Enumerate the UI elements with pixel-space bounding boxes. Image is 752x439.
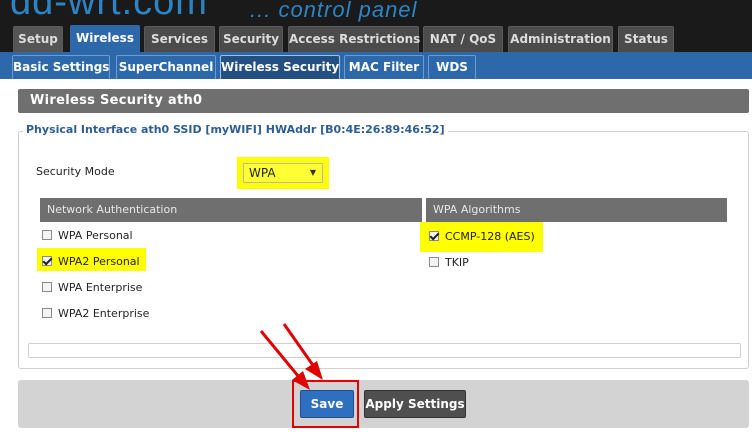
option-wpa2-personal[interactable]: WPA2 Personal [42,255,140,269]
empty-info-bar [28,343,741,358]
content-area: Wireless Security ath0 Physical Interfac… [0,79,752,439]
option-tkip[interactable]: TKIP [429,256,469,270]
option-wpa-enterprise[interactable]: WPA Enterprise [42,281,142,295]
tab-access-restrictions[interactable]: Access Restrictions [288,26,420,52]
subtab-basic-settings[interactable]: Basic Settings [12,55,110,79]
subtab-wireless-security[interactable]: Wireless Security [220,55,340,79]
label-wpa-enterprise: WPA Enterprise [58,281,143,294]
checkbox-wpa-personal[interactable] [42,230,52,240]
dropdown-arrow-icon: ▼ [309,168,316,177]
option-ccmp-aes[interactable]: CCMP-128 (AES) [429,230,535,244]
security-mode-select[interactable]: WPA ▼ [243,163,323,183]
checkbox-wpa2-personal[interactable] [42,256,52,266]
tab-administration[interactable]: Administration [508,26,613,52]
checkbox-tkip[interactable] [429,257,439,267]
label-ccmp-aes: CCMP-128 (AES) [445,230,535,243]
dd-wrt-logo: dd-wrt.com [10,0,208,23]
apply-settings-button[interactable]: Apply Settings [364,390,466,418]
security-mode-highlight: WPA ▼ [237,157,329,189]
option-wpa-personal[interactable]: WPA Personal [42,229,133,243]
interface-fieldset: Physical Interface ath0 SSID [myWIFI] HW… [18,123,749,369]
network-auth-header: Network Authentication [40,198,422,222]
checkbox-wpa2-enterprise[interactable] [42,308,52,318]
footer-bar: Save Apply Settings [18,380,749,428]
tab-services[interactable]: Services [144,26,215,52]
label-wpa-personal: WPA Personal [58,229,133,242]
section-title: Wireless Security ath0 [18,89,749,113]
tab-setup[interactable]: Setup [13,26,63,52]
subtab-wds[interactable]: WDS [428,55,476,79]
subtab-mac-filter[interactable]: MAC Filter [344,55,424,79]
checkbox-ccmp-aes[interactable] [429,231,439,241]
label-wpa2-enterprise: WPA2 Enterprise [58,307,150,320]
label-tkip: TKIP [445,256,469,269]
tab-status[interactable]: Status [618,26,674,52]
subtab-superchannel[interactable]: SuperChannel [116,55,216,79]
checkbox-wpa-enterprise[interactable] [42,282,52,292]
security-mode-label: Security Mode [36,165,115,178]
save-annotation-box [292,380,359,428]
wpa-algorithms-header: WPA Algorithms [426,198,727,222]
option-wpa2-enterprise[interactable]: WPA2 Enterprise [42,307,149,321]
label-wpa2-personal: WPA2 Personal [58,255,140,268]
main-tabs: Setup Wireless Services Security Access … [0,25,752,52]
interface-legend: Physical Interface ath0 SSID [myWIFI] HW… [23,123,448,136]
tab-security[interactable]: Security [219,26,283,52]
header-bar: dd-wrt.com ... control panel Setup Wirel… [0,0,752,54]
tab-wireless[interactable]: Wireless [70,25,140,52]
security-mode-value: WPA [249,166,276,180]
subtab-bar: Basic Settings SuperChannel Wireless Sec… [0,52,752,79]
control-panel-subtitle: ... control panel [250,0,418,22]
tab-nat-qos[interactable]: NAT / QoS [423,26,503,52]
